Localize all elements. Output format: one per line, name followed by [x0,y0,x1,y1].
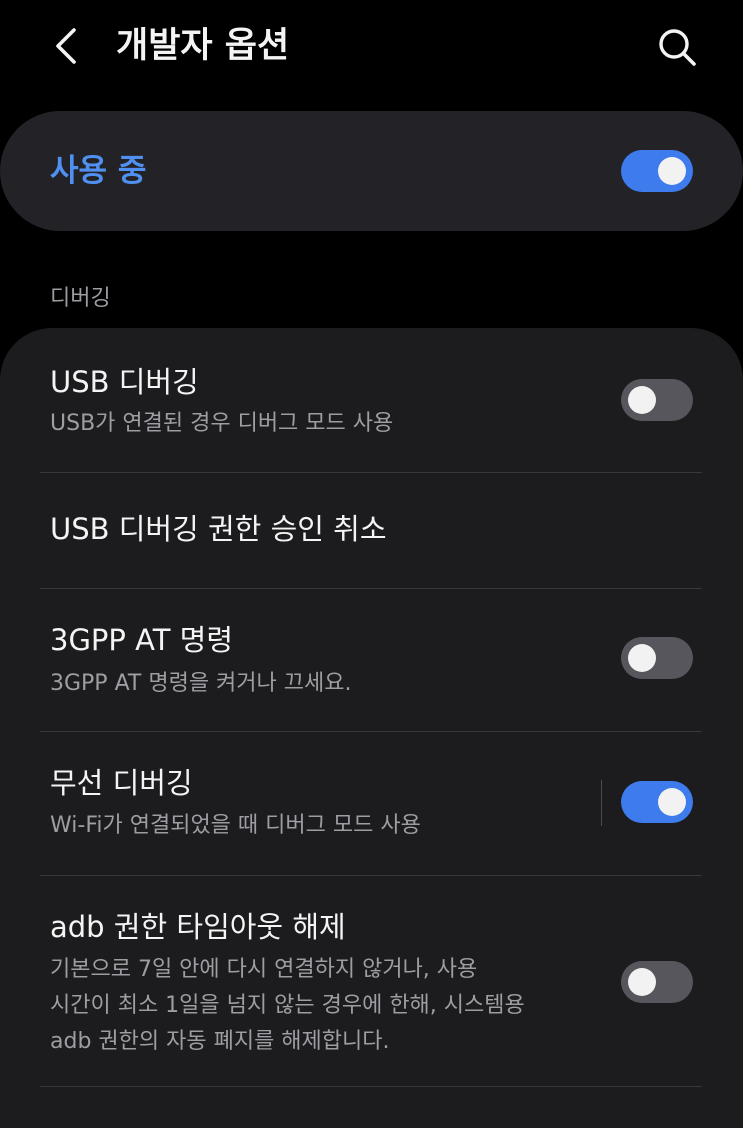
revoke-usb-authorizations-title: USB 디버깅 권한 승인 취소 [50,512,387,546]
master-switch-label: 사용 중 [50,153,147,189]
divider [40,1086,702,1087]
switch-knob [628,644,656,672]
vertical-divider [601,780,602,826]
3gpp-at-command-switch[interactable] [621,637,693,679]
usb-debugging-row[interactable]: USB 디버깅 USB가 연결된 경우 디버그 모드 사용 [0,328,743,472]
switch-knob [658,788,686,816]
settings-list: USB 디버깅 USB가 연결된 경우 디버그 모드 사용 USB 디버깅 권한… [0,328,743,1128]
adb-authorization-timeout-subtitle-line-2: 시간이 최소 1일을 넘지 않는 경우에 한해, 시스템용 [50,993,525,1018]
switch-knob [628,968,656,996]
adb-authorization-timeout-subtitle-line-3: adb 권한의 자동 폐지를 해제합니다. [50,1029,390,1054]
adb-authorization-timeout-row[interactable]: adb 권한 타임아웃 해제 기본으로 7일 안에 다시 연결하지 않거나, 사… [0,876,743,1086]
switch-knob [628,386,656,414]
adb-authorization-timeout-subtitle-line-1: 기본으로 7일 안에 다시 연결하지 않거나, 사용 [50,957,478,982]
usb-debugging-switch[interactable] [621,379,693,421]
3gpp-at-command-title: 3GPP AT 명령 [50,623,233,657]
usb-debugging-title: USB 디버깅 [50,365,199,399]
chevron-left-icon [56,28,76,64]
wireless-debugging-switch[interactable] [621,781,693,823]
wireless-debugging-title: 무선 디버깅 [50,766,193,800]
3gpp-at-command-subtitle: 3GPP AT 명령을 켜거나 끄세요. [50,671,352,696]
search-button[interactable] [652,22,702,72]
revoke-usb-authorizations-row[interactable]: USB 디버깅 권한 승인 취소 [0,473,743,588]
switch-knob [658,157,686,185]
search-icon [659,29,696,66]
wireless-debugging-subtitle: Wi-Fi가 연결되었을 때 디버그 모드 사용 [50,813,421,838]
3gpp-at-command-row[interactable]: 3GPP AT 명령 3GPP AT 명령을 켜거나 끄세요. [0,589,743,731]
wireless-debugging-row[interactable]: 무선 디버깅 Wi-Fi가 연결되었을 때 디버그 모드 사용 [0,732,743,875]
adb-authorization-timeout-switch[interactable] [621,961,693,1003]
back-button[interactable] [44,22,88,70]
usb-debugging-subtitle: USB가 연결된 경우 디버그 모드 사용 [50,411,394,436]
app-bar: 개발자 옵션 [0,0,743,95]
section-header-debugging: 디버깅 [50,286,111,311]
adb-authorization-timeout-title: adb 권한 타임아웃 해제 [50,910,346,944]
master-toggle-switch[interactable] [621,150,693,192]
master-switch-row[interactable]: 사용 중 [0,111,743,231]
page-title: 개발자 옵션 [116,26,290,66]
